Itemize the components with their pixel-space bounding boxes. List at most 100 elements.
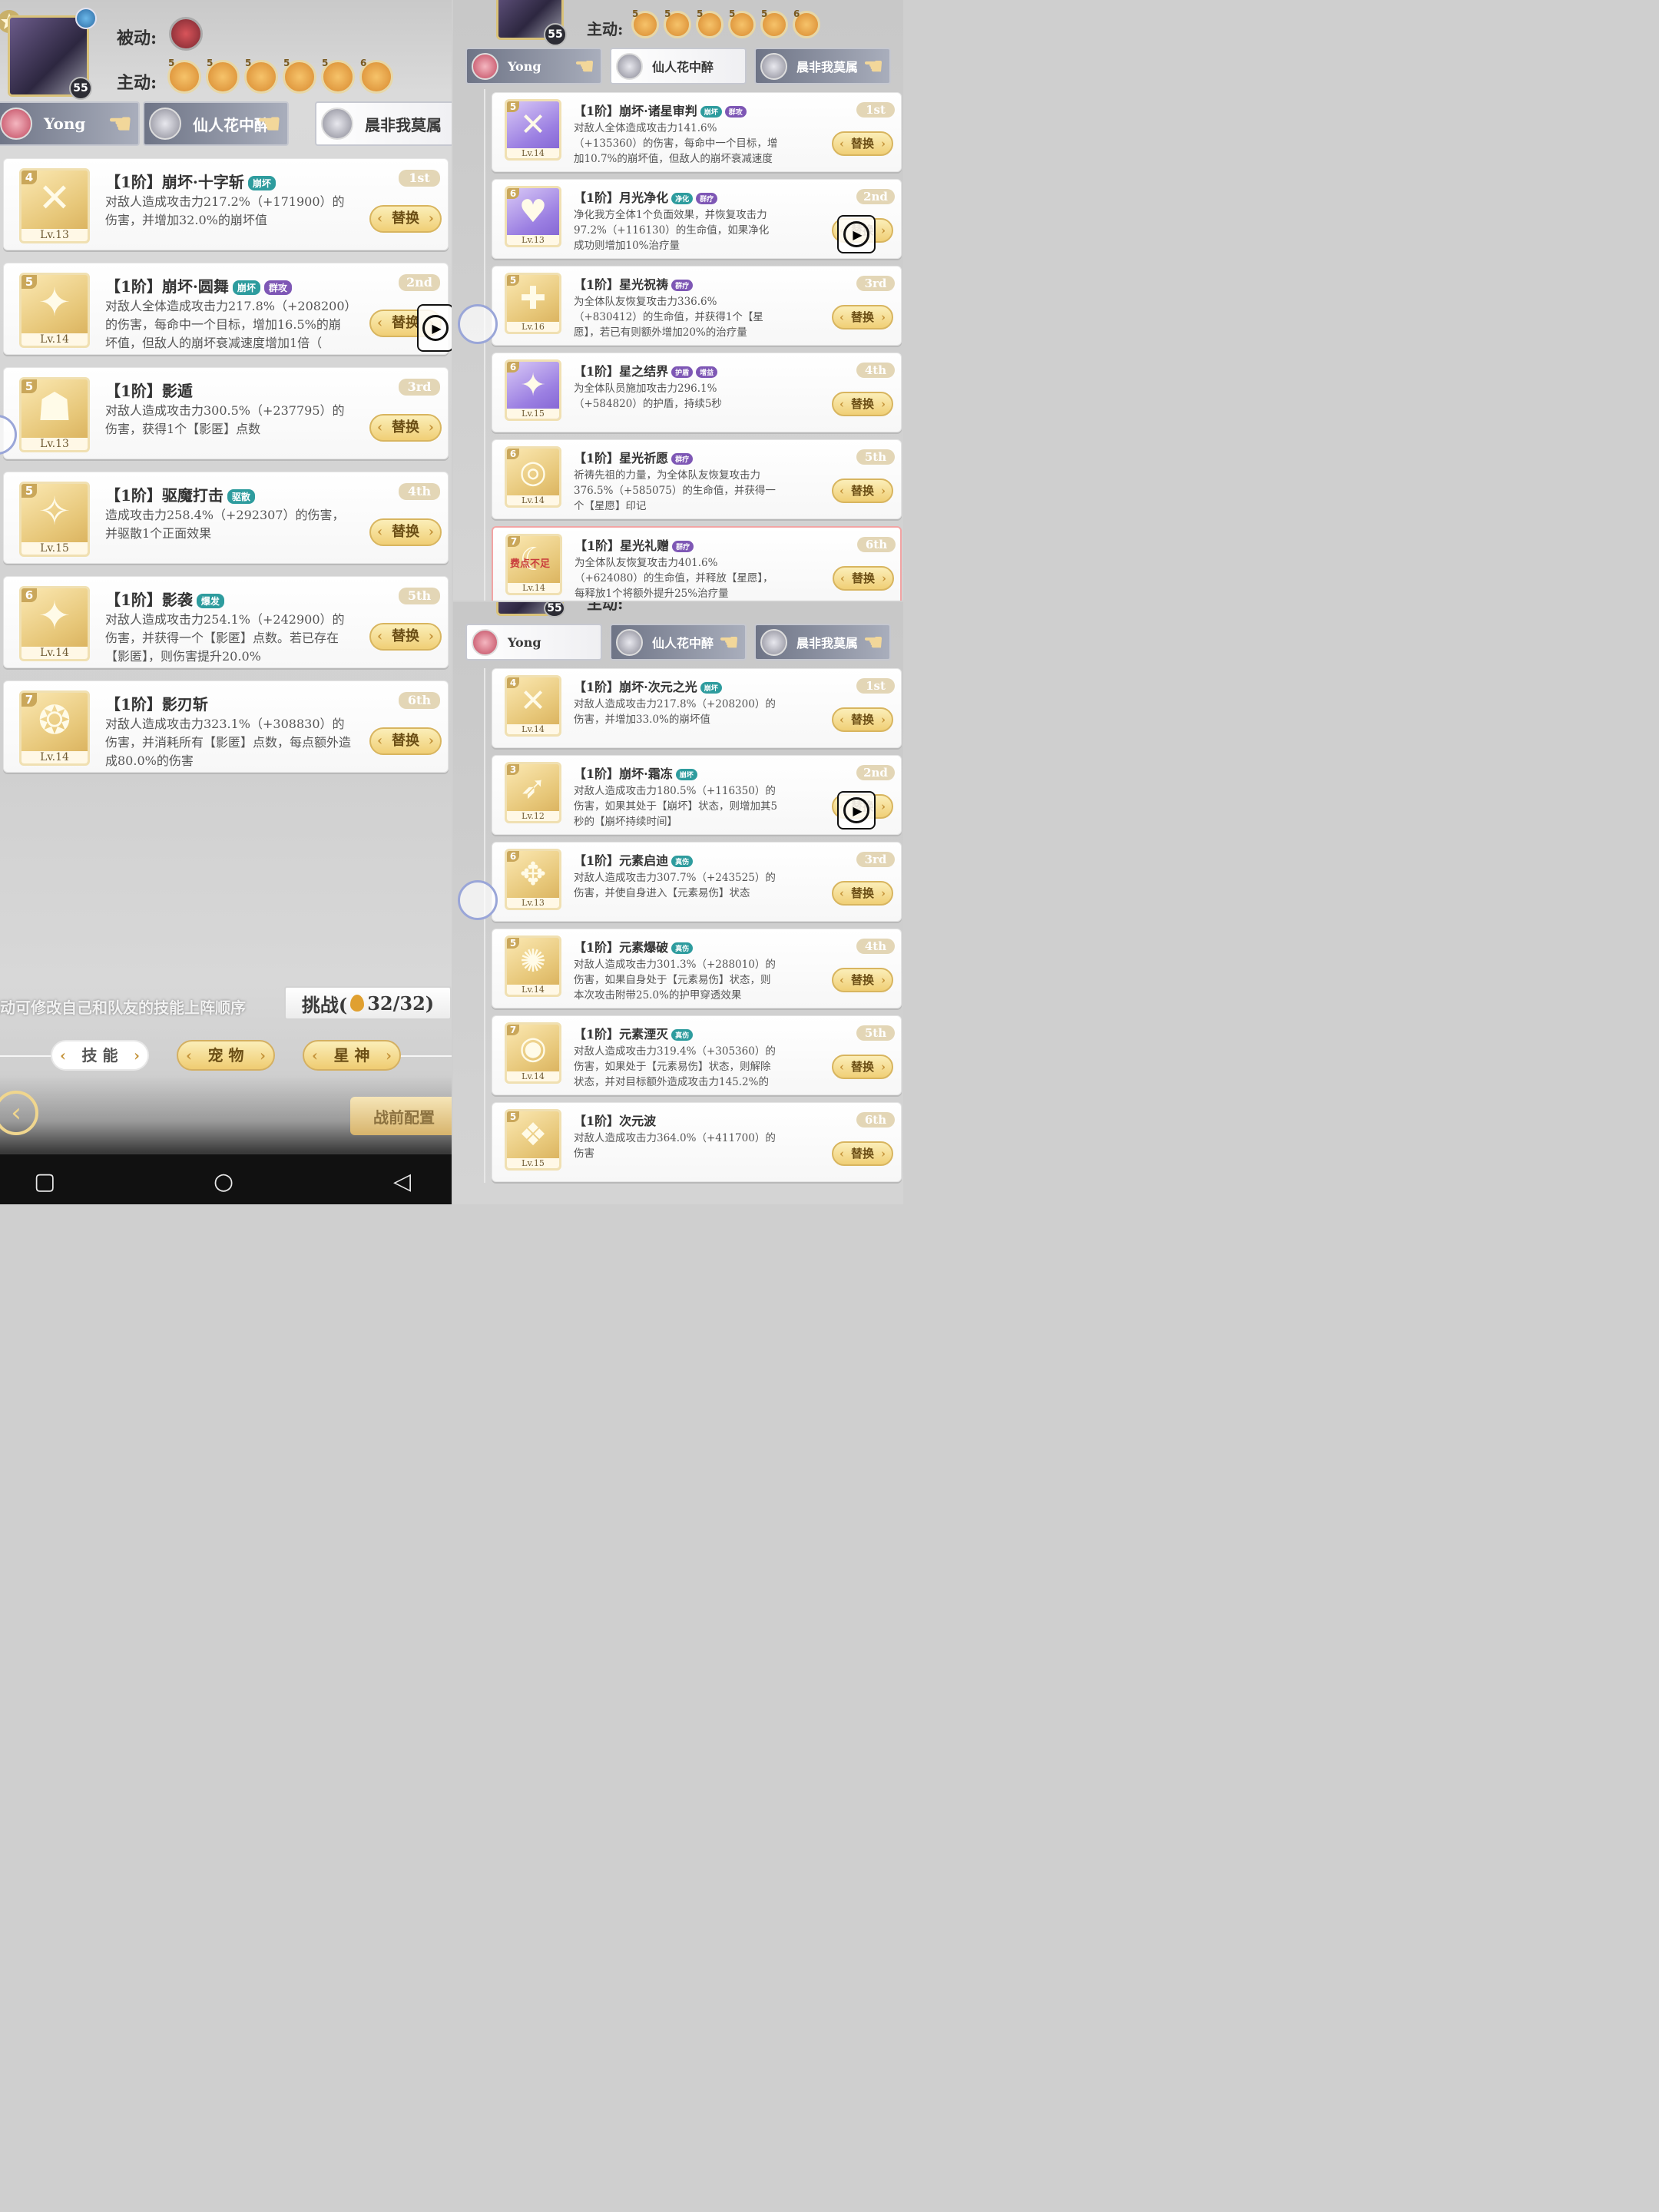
skill-card[interactable]: ✚ 5 Lv.16 【1阶】星光祝祷 群疗 为全体队友恢复攻击力336.6%（+83041…	[492, 266, 902, 346]
active-skill-slot-icon[interactable]: 5	[206, 58, 240, 94]
slot-cost: 5	[283, 58, 290, 68]
swap-button[interactable]: 替换	[832, 707, 893, 732]
swap-button[interactable]: 替换	[369, 623, 442, 651]
active-skill-slot-icon[interactable]: 5	[760, 8, 788, 38]
floating-assist-icon[interactable]	[458, 304, 498, 344]
nav-home-icon[interactable]: ○	[214, 1168, 233, 1195]
tab-character-1[interactable]: 仙人花中醉	[610, 48, 747, 84]
swap-button[interactable]: 替换	[832, 305, 893, 329]
skill-tag: 增益	[696, 366, 718, 378]
skill-level: Lv.13	[507, 898, 559, 908]
character-name: 仙人花中醉	[652, 60, 714, 75]
record-play-button[interactable]: ▶	[837, 791, 876, 830]
skill-card[interactable]: ◉ 7 Lv.14 【1阶】元素湮灭 真伤 对敌人造成攻击力319.4%（+305360）…	[492, 1015, 902, 1095]
tab-pets[interactable]: 宠 物	[177, 1040, 275, 1071]
swap-button[interactable]: 替换	[832, 478, 893, 503]
active-skill-slot-icon[interactable]: 5	[664, 8, 691, 38]
tab-character-1[interactable]: 仙人花中醉 ☚	[143, 101, 289, 146]
swap-button[interactable]: 替换	[832, 881, 893, 906]
tab-character-2[interactable]: 晨非我莫属 ☚	[754, 624, 891, 661]
active-skill-slot-icon[interactable]: 5	[696, 8, 724, 38]
tab-star-gods[interactable]: 星 神	[303, 1040, 401, 1071]
hero-level-badge: 55	[544, 602, 565, 618]
skill-title-text: 【1阶】影刃斩	[105, 695, 208, 714]
record-play-button[interactable]: ▶	[837, 215, 876, 253]
nav-recents-icon[interactable]: ▢	[34, 1168, 55, 1195]
skill-icon: ◎ 6 Lv.14	[505, 446, 561, 508]
active-skill-slot-icon[interactable]: 5	[321, 58, 355, 94]
skill-card[interactable]: ✕ 4 Lv.13 【1阶】崩坏·十字斩 崩坏 对敌人造成攻击力217.2%（+17190…	[3, 158, 449, 250]
skill-tag: 群攻	[724, 106, 747, 118]
tab-skills[interactable]: 技 能	[51, 1040, 149, 1071]
swap-button[interactable]: 替换	[832, 131, 893, 156]
skill-tag: 驱散	[227, 489, 255, 504]
swap-button[interactable]: 替换	[369, 727, 442, 755]
swap-button[interactable]: 替换	[369, 518, 442, 546]
skill-card[interactable]: ❖ 5 Lv.15 【1阶】次元波 对敌人造成攻击力364.0%（+411700）的伤害…	[492, 1102, 902, 1182]
skill-card[interactable]: ✦ 5 Lv.14 【1阶】崩坏·圆舞 崩坏 群攻 对敌人全体造成攻击力217.8%（+20…	[3, 263, 449, 355]
passive-skill-icon[interactable]	[169, 17, 203, 51]
tab-character-2[interactable]: 晨非我莫属 ☚	[754, 48, 891, 84]
skill-description: 对敌人全体造成攻击力217.8%（+208200）的伤害，每命中一个目标，增加1…	[105, 299, 351, 350]
skill-card[interactable]: ✺ 5 Lv.14 【1阶】元素爆破 真伤 对敌人造成攻击力301.3%（+288010）…	[492, 929, 902, 1008]
floating-assist-icon[interactable]	[458, 880, 498, 920]
skill-description: 祈祷先祖的力量，为全体队友恢复攻击力376.5%（+585075）的生命值，并获…	[574, 469, 776, 512]
swap-button[interactable]: 替换	[833, 566, 894, 591]
active-skill-slot-icon[interactable]: 5	[167, 58, 201, 94]
swap-button[interactable]: 替换	[369, 414, 442, 442]
back-arrow-icon[interactable]: ‹	[0, 1091, 38, 1135]
active-skill-slot-icon[interactable]: 6	[359, 58, 393, 94]
skill-title-text: 【1阶】驱魔打击	[105, 486, 224, 505]
skill-card[interactable]: ✥ 6 Lv.13 【1阶】元素启迪 真伤 对敌人造成攻击力307.7%（+243525）…	[492, 842, 902, 922]
tab-character-2[interactable]: 晨非我莫属	[315, 101, 452, 146]
tab-character-0[interactable]: Yong ☚	[465, 48, 602, 84]
skill-title-text: 【1阶】星之结界	[574, 364, 669, 379]
skill-card[interactable]: ◎ 6 Lv.14 【1阶】星光祈愿 群疗 祈祷先祖的力量，为全体队友恢复攻击力376.5…	[492, 439, 902, 519]
swap-button[interactable]: 替换	[832, 392, 893, 416]
skill-title: 【1阶】驱魔打击 驱散	[105, 483, 255, 505]
character-avatar	[472, 52, 498, 80]
skill-card[interactable]: ✕ 4 Lv.14 【1阶】崩坏·次元之光 崩坏 对敌人造成攻击力217.8%（+2082…	[492, 668, 902, 748]
swap-button[interactable]: 替换	[832, 968, 893, 992]
skill-rank: 5	[22, 484, 37, 498]
tab-character-0[interactable]: Yong ☚	[0, 101, 140, 146]
swap-button[interactable]: 替换	[832, 1055, 893, 1079]
active-skill-slot-icon[interactable]: 6	[793, 8, 820, 38]
tab-character-0[interactable]: Yong	[465, 624, 602, 661]
skill-icon: ➶ 3 Lv.12	[505, 762, 561, 823]
nav-back-icon[interactable]: ◁	[393, 1168, 411, 1195]
skill-description: 为全体队友恢复攻击力336.6%（+830412）的生命值，并获得1个【星愿】，…	[574, 296, 763, 339]
skill-title: 【1阶】影刃斩	[105, 692, 208, 714]
skill-icon: ✺ 5 Lv.14	[505, 935, 561, 997]
skill-order-badge: 6th	[399, 692, 440, 709]
active-skill-slot-icon[interactable]: 5	[728, 8, 756, 38]
tab-character-1[interactable]: 仙人花中醉 ☚	[610, 624, 747, 661]
skill-title-text: 【1阶】月光净化	[574, 190, 669, 205]
skill-card[interactable]: ✦ 6 Lv.15 【1阶】星之结界 护盾 增益 为全体队员施加攻击力296.1%（+584…	[492, 353, 902, 432]
slot-cost: 5	[697, 8, 704, 19]
skill-title: 【1阶】崩坏·十字斩 崩坏	[105, 170, 276, 192]
skill-order-badge: 1st	[856, 102, 895, 118]
active-skill-slot-icon[interactable]: 5	[631, 8, 659, 38]
skill-card[interactable]: ✕ 5 Lv.14 【1阶】崩坏·诸星审判 崩坏 群攻 对敌人全体造成攻击力141.6%（+…	[492, 92, 902, 172]
skill-card[interactable]: ❂ 7 Lv.14 【1阶】影刃斩 对敌人造成攻击力323.1%（+308830）的伤害…	[3, 680, 449, 773]
challenge-button[interactable]: 挑战( 32/32)	[284, 986, 452, 1020]
skill-card[interactable]: ☗ 5 Lv.13 【1阶】影遁 对敌人造成攻击力300.5%（+237795）的伤害，…	[3, 367, 449, 459]
skill-order-badge: 2nd	[399, 274, 440, 291]
swap-button[interactable]: 替换	[832, 1141, 893, 1166]
skill-level: Lv.15	[507, 1158, 559, 1168]
swap-button[interactable]: 替换	[369, 205, 442, 233]
skill-rank: 4	[22, 171, 37, 184]
skill-card[interactable]: ☾ 7 Lv.14 费点不足 【1阶】星光礼赠 群疗 为全体队友恢复攻击力401.6%（+6…	[492, 526, 902, 601]
skill-card[interactable]: ✦ 6 Lv.14 【1阶】影袭 爆发 对敌人造成攻击力254.1%（+242900）的伤…	[3, 576, 449, 668]
pre-battle-config-button[interactable]: 战前配置	[350, 1097, 452, 1135]
skill-tag: 护盾	[671, 366, 694, 378]
skill-order-badge: 3rd	[399, 379, 440, 396]
skill-level: Lv.13	[507, 235, 559, 245]
skill-icon: ◉ 7 Lv.14	[505, 1022, 561, 1084]
skill-title: 【1阶】星之结界 护盾 增益	[574, 361, 718, 379]
record-play-button[interactable]: ▶	[417, 304, 452, 352]
active-skill-slot-icon[interactable]: 5	[244, 58, 278, 94]
skill-card[interactable]: ✧ 5 Lv.15 【1阶】驱魔打击 驱散 造成攻击力258.4%（+292307）的伤害…	[3, 472, 449, 564]
active-skill-slot-icon[interactable]: 5	[283, 58, 316, 94]
